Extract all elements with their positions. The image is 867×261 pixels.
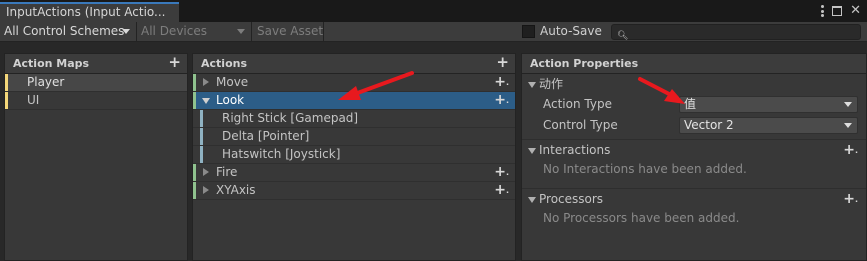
- action-type-label: Action Type: [543, 97, 612, 111]
- chevron-down-icon: [237, 29, 245, 34]
- add-action-map-icon[interactable]: +: [168, 55, 181, 70]
- processors-section-header[interactable]: Processors +.: [522, 191, 866, 209]
- chevron-down-icon: [844, 123, 852, 128]
- devices-dropdown[interactable]: All Devices: [136, 22, 250, 41]
- binding-label: Delta [Pointer]: [222, 129, 310, 143]
- collapse-arrow-icon[interactable]: [528, 197, 536, 203]
- action-marker: [193, 74, 196, 91]
- window-tab[interactable]: InputActions (Input Actio...: [0, 2, 179, 22]
- processors-empty-message: No Processors have been added.: [543, 211, 740, 225]
- action-map-marker: [5, 92, 8, 109]
- binding-marker: [200, 128, 203, 145]
- action-properties-header: Action Properties: [522, 54, 866, 74]
- add-processor-icon[interactable]: +.: [843, 191, 858, 209]
- close-icon[interactable]: ✕: [850, 4, 861, 17]
- window-controls: ✕: [821, 3, 861, 19]
- search-input[interactable]: 🔍︎: [611, 24, 861, 41]
- action-maps-panel: Action Maps + Player UI: [4, 53, 188, 261]
- add-action-icon[interactable]: +: [496, 55, 509, 70]
- action-type-row: Action Type 值: [522, 94, 866, 115]
- binding-marker: [200, 146, 203, 163]
- control-type-label: Control Type: [543, 118, 618, 132]
- action-item-move[interactable]: Move +.: [193, 74, 515, 92]
- actions-header: Actions +: [193, 54, 515, 74]
- chevron-down-icon: [844, 102, 852, 107]
- action-map-label: UI: [27, 93, 40, 107]
- action-map-item-player[interactable]: Player: [5, 74, 187, 92]
- add-binding-icon[interactable]: +.: [494, 182, 509, 200]
- action-section-header[interactable]: 动作: [522, 76, 866, 94]
- actions-panel: Actions + Move +. Look +. Right Stick [G…: [192, 53, 516, 261]
- collapse-arrow-icon[interactable]: [528, 148, 536, 154]
- binding-marker: [200, 110, 203, 127]
- interactions-empty-message: No Interactions have been added.: [543, 162, 747, 176]
- action-properties-panel: Action Properties 动作 Action Type 值 Contr…: [521, 53, 867, 261]
- collapse-arrow-icon[interactable]: [202, 98, 210, 104]
- action-marker: [193, 92, 196, 109]
- expand-arrow-icon[interactable]: [203, 78, 209, 86]
- search-icon: 🔍︎: [617, 31, 629, 41]
- actions-title: Actions: [201, 57, 247, 70]
- action-map-marker: [5, 74, 8, 91]
- action-map-label: Player: [27, 75, 65, 89]
- more-options-icon[interactable]: [821, 5, 825, 17]
- action-label: XYAxis: [216, 183, 256, 197]
- devices-label: All Devices: [141, 24, 207, 38]
- add-interaction-icon[interactable]: +.: [843, 142, 858, 160]
- action-map-item-ui[interactable]: UI: [5, 92, 187, 110]
- control-type-dropdown[interactable]: Vector 2: [679, 117, 858, 134]
- divider: [522, 139, 866, 140]
- add-binding-icon[interactable]: +.: [494, 164, 509, 182]
- interactions-section-header[interactable]: Interactions +.: [522, 142, 866, 160]
- interactions-title: Interactions: [539, 143, 611, 157]
- control-type-row: Control Type Vector 2: [522, 115, 866, 136]
- expand-arrow-icon[interactable]: [203, 168, 209, 176]
- divider: [522, 188, 866, 189]
- collapse-arrow-icon[interactable]: [528, 82, 536, 88]
- control-schemes-dropdown[interactable]: All Control Schemes: [0, 22, 135, 41]
- binding-label: Right Stick [Gamepad]: [222, 111, 359, 125]
- action-properties-title: Action Properties: [530, 57, 639, 70]
- action-section-title: 动作: [539, 77, 564, 91]
- binding-item[interactable]: Right Stick [Gamepad]: [193, 110, 515, 128]
- control-type-value: Vector 2: [684, 118, 734, 132]
- control-schemes-label: All Control Schemes: [4, 24, 125, 38]
- action-marker: [193, 164, 196, 181]
- binding-item[interactable]: Hatswitch [Joystick]: [193, 146, 515, 164]
- binding-label: Hatswitch [Joystick]: [222, 147, 341, 161]
- add-binding-icon[interactable]: +.: [494, 92, 509, 110]
- action-type-value: 值: [684, 97, 697, 111]
- action-item-xyaxis[interactable]: XYAxis +.: [193, 182, 515, 200]
- add-binding-icon[interactable]: +.: [494, 74, 509, 92]
- action-marker: [193, 182, 196, 199]
- maximize-icon[interactable]: [832, 6, 843, 16]
- auto-save-checkbox[interactable]: [522, 25, 535, 38]
- action-label: Move: [216, 75, 249, 89]
- chevron-down-icon: [122, 29, 130, 34]
- auto-save-label: Auto-Save: [540, 24, 602, 38]
- action-maps-title: Action Maps: [13, 57, 90, 70]
- processors-title: Processors: [539, 192, 604, 206]
- expand-arrow-icon[interactable]: [203, 186, 209, 194]
- action-label: Look: [216, 93, 245, 107]
- action-item-fire[interactable]: Fire +.: [193, 164, 515, 182]
- save-asset-button[interactable]: Save Asset: [251, 22, 324, 41]
- toolbar: All Control Schemes All Devices Save Ass…: [0, 22, 867, 42]
- binding-item[interactable]: Delta [Pointer]: [193, 128, 515, 146]
- action-type-dropdown[interactable]: 值: [679, 96, 858, 113]
- action-label: Fire: [216, 165, 238, 179]
- action-item-look[interactable]: Look +.: [193, 92, 515, 110]
- action-maps-header: Action Maps +: [5, 54, 187, 74]
